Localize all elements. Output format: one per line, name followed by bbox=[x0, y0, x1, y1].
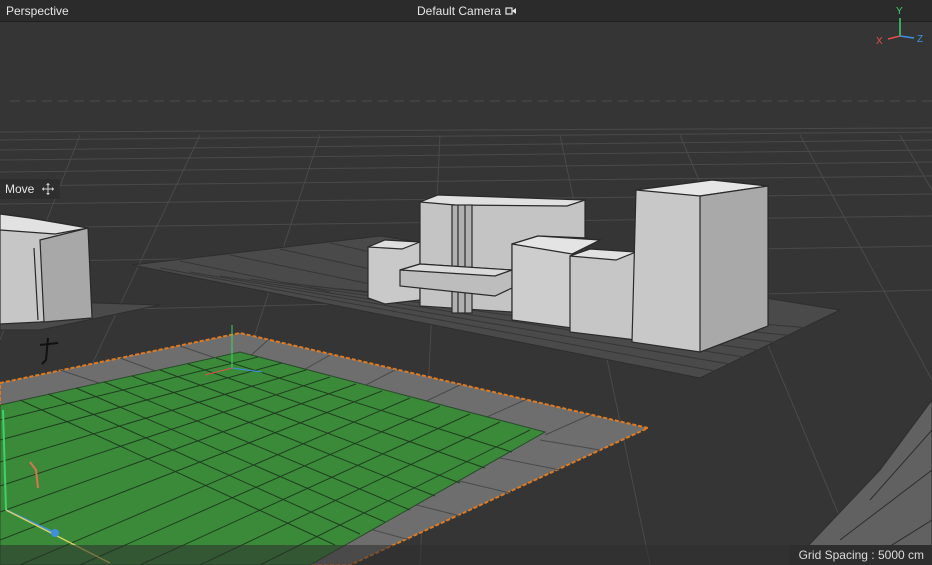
camera-menu[interactable]: Default Camera bbox=[417, 4, 517, 18]
viewport-header: Perspective Default Camera bbox=[0, 0, 932, 22]
active-tool-label: Move bbox=[5, 182, 35, 196]
scene-canvas[interactable] bbox=[0, 0, 932, 565]
3d-viewport[interactable]: Perspective Default Camera Move Y X Z Gr… bbox=[0, 0, 932, 565]
grid-spacing-status: Grid Spacing : 5000 cm bbox=[788, 545, 932, 565]
view-axis-gizmo[interactable]: Y X Z bbox=[872, 4, 928, 48]
axis-x-label: X bbox=[876, 36, 883, 47]
move-cross-icon bbox=[42, 183, 55, 195]
left-block-buildings bbox=[0, 213, 93, 325]
active-tool-indicator[interactable]: Move bbox=[0, 179, 61, 199]
camera-label: Default Camera bbox=[417, 4, 502, 18]
axis-z-label: Z bbox=[917, 34, 923, 45]
view-mode-menu[interactable]: Perspective bbox=[6, 4, 69, 18]
axis-y-label: Y bbox=[896, 6, 903, 17]
camera-icon bbox=[505, 7, 517, 15]
